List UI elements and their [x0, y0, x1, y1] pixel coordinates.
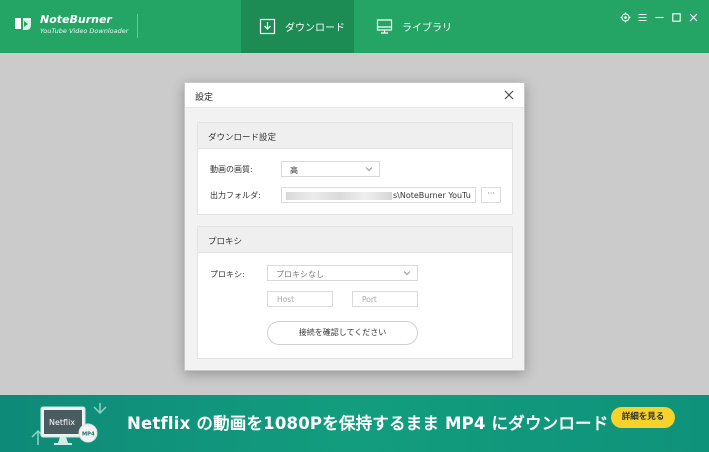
output-folder-label: 出力フォルダ: [210, 191, 261, 200]
window-controls [620, 8, 699, 23]
download-icon [259, 18, 276, 35]
banner-art-label: Netflix [49, 418, 75, 427]
banner-art-badge: MP4 [82, 432, 95, 438]
settings-dialog: 設定 ダウンロード設定 動画の画質: 高 出力フォルダ: s\NoteBurne… [184, 82, 525, 371]
close-icon[interactable] [688, 8, 699, 22]
noteburner-logo-icon [15, 18, 31, 30]
monitor-icon [376, 19, 393, 34]
port-input[interactable]: Port [352, 291, 418, 307]
output-folder-field[interactable]: s\NoteBurner YouTu [281, 187, 476, 203]
promo-banner[interactable]: Netflix MP4 Netflix の動画を1080Pを保持するまま MP4… [0, 395, 709, 452]
brand-subtitle: YouTube Video Downloader [40, 27, 129, 35]
blurred-path-segment [286, 192, 392, 200]
host-input[interactable]: Host [267, 291, 333, 307]
tab-download[interactable]: ダウンロード [241, 0, 354, 53]
proxy-section-title: プロキシ [198, 227, 512, 253]
browse-folder-button[interactable]: ··· [481, 187, 501, 203]
quality-select[interactable]: 高 [281, 161, 380, 177]
maximize-icon[interactable] [671, 8, 682, 22]
download-settings-title: ダウンロード設定 [198, 123, 512, 149]
proxy-value: プロキシなし [276, 270, 324, 279]
banner-headline: Netflix の動画を1080Pを保持するまま MP4 にダウンロード [127, 414, 609, 433]
chevron-down-icon [365, 167, 373, 172]
chevron-down-icon [403, 271, 411, 276]
settings-icon[interactable] [620, 8, 631, 23]
menu-icon[interactable] [637, 8, 648, 22]
dialog-close-icon[interactable] [504, 90, 514, 100]
banner-details-button[interactable]: 詳細を見る [611, 407, 675, 428]
proxy-select[interactable]: プロキシなし [267, 265, 418, 281]
proxy-label: プロキシ: [210, 270, 245, 279]
app-header: NoteBurner YouTube Video Downloader ダウンロ… [0, 0, 709, 53]
quality-value: 高 [290, 166, 298, 175]
dialog-title: 設定 [195, 93, 214, 103]
minimize-icon[interactable] [654, 8, 665, 19]
output-folder-value: s\NoteBurner YouTu [393, 191, 471, 200]
download-settings-section: ダウンロード設定 動画の画質: 高 出力フォルダ: s\NoteBurner Y… [197, 122, 513, 215]
brand-name: NoteBurner [40, 13, 112, 26]
dialog-header: 設定 [185, 83, 524, 108]
netflix-monitor-icon: Netflix MP4 [31, 403, 107, 445]
quality-label: 動画の画質: [210, 165, 253, 174]
tab-library[interactable]: ライブラリ [360, 0, 470, 53]
proxy-section: プロキシ プロキシ: プロキシなし Host Port 接続を確認してください [197, 226, 513, 359]
tab-download-label: ダウンロード [285, 23, 345, 34]
dialog-body: ダウンロード設定 動画の画質: 高 出力フォルダ: s\NoteBurner Y… [185, 108, 524, 370]
check-connection-button[interactable]: 接続を確認してください [267, 321, 418, 345]
header-divider [137, 14, 138, 38]
tab-library-label: ライブラリ [402, 23, 452, 34]
